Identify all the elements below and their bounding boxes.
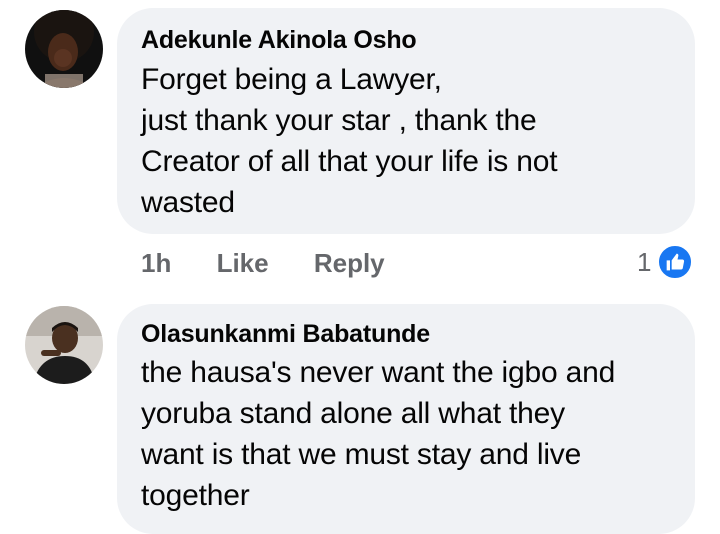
comment: Olasunkanmi Babatunde the hausa's never … bbox=[0, 0, 720, 534]
comment-bubble: Olasunkanmi Babatunde the hausa's never … bbox=[117, 304, 695, 534]
avatar[interactable] bbox=[25, 306, 103, 384]
comment-line: yoruba stand alone all what they bbox=[141, 397, 565, 430]
comment-line: together bbox=[141, 479, 250, 512]
comment-line: the hausa's never want the igbo and bbox=[141, 356, 616, 389]
comment-line: want is that we must stay and live bbox=[141, 438, 582, 471]
comment-author[interactable]: Olasunkanmi Babatunde bbox=[141, 320, 671, 349]
comment-text: the hausa's never want the igbo and yoru… bbox=[141, 352, 671, 516]
profile-photo-icon bbox=[25, 306, 103, 384]
